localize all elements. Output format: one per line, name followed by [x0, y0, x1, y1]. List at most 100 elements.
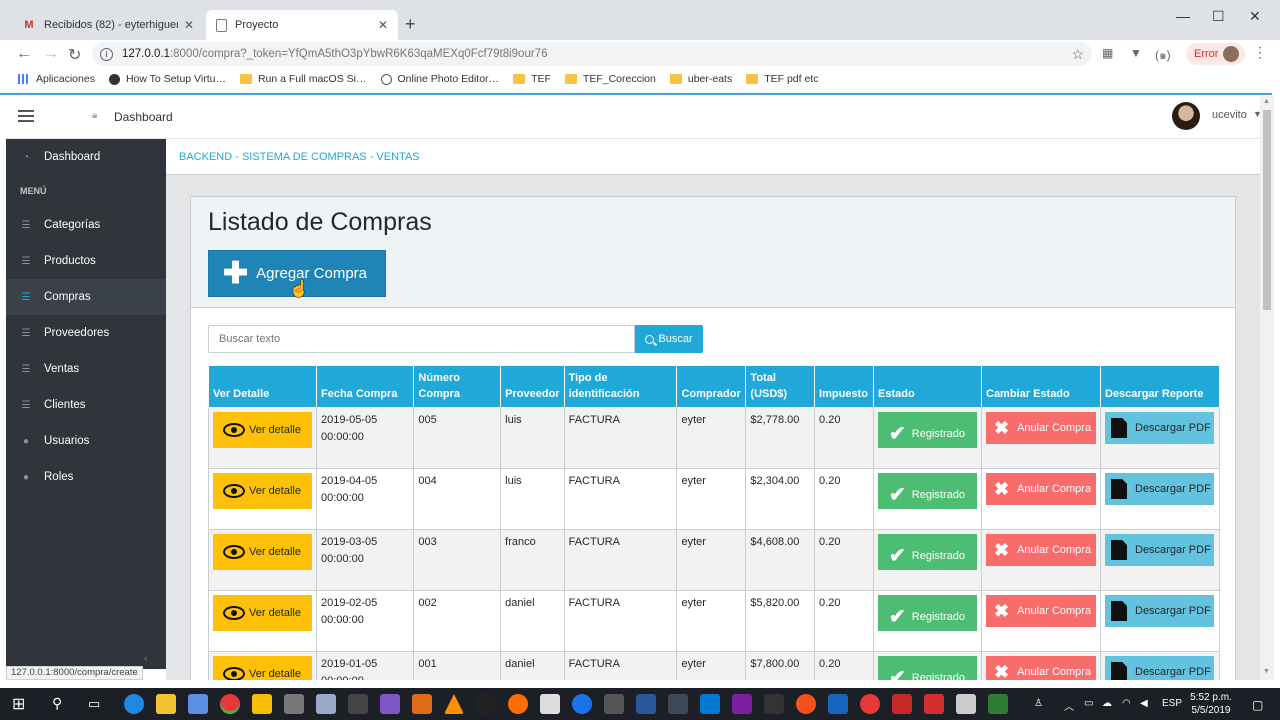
anular-compra-button[interactable]: ✖ Anular Compra	[986, 656, 1096, 680]
browser-tab-proyecto[interactable]: Proyecto ✕	[206, 10, 398, 40]
app-icon[interactable]	[860, 694, 880, 714]
bookmark-item[interactable]: TEF	[513, 73, 551, 85]
app-icon[interactable]	[892, 694, 912, 714]
page-scrollbar[interactable]: ▲ ▼	[1260, 96, 1274, 680]
bookmark-item[interactable]: Aplicaciones	[18, 73, 95, 85]
ver-detalle-button[interactable]: Ver detalle	[213, 656, 312, 680]
battery-icon[interactable]: ▭	[1084, 698, 1093, 709]
language-indicator[interactable]: ESP	[1162, 698, 1182, 709]
descargar-pdf-button[interactable]: Descargar PDF	[1105, 473, 1214, 505]
vlc-icon[interactable]	[444, 694, 464, 714]
scroll-up-arrow-icon[interactable]: ▲	[1263, 98, 1270, 105]
new-tab-button[interactable]: +	[405, 14, 416, 35]
browser-tab-gmail[interactable]: M Recibidos (82) - eyterhiguera@g… ✕	[12, 10, 204, 40]
search-button[interactable]: Buscar	[635, 325, 703, 353]
close-window-button[interactable]: ✕	[1249, 8, 1261, 25]
forward-icon[interactable]: →	[43, 45, 59, 63]
virtualbox-icon[interactable]	[316, 694, 336, 714]
edge-icon[interactable]	[124, 694, 144, 714]
notifications-icon[interactable]: ▢	[1252, 698, 1263, 712]
task-view-icon[interactable]: ▭	[88, 696, 100, 712]
app-icon[interactable]	[828, 694, 848, 714]
chrome-icon[interactable]	[220, 694, 240, 714]
descargar-pdf-button[interactable]: Descargar PDF	[1105, 534, 1214, 566]
app-icon[interactable]	[988, 694, 1008, 714]
teamviewer-icon[interactable]	[572, 694, 592, 714]
app-icon[interactable]	[796, 694, 816, 714]
app-icon[interactable]	[348, 694, 368, 714]
sidebar-item-ventas[interactable]: ☰ Ventas	[6, 351, 166, 387]
app-icon[interactable]	[412, 694, 432, 714]
search-icon[interactable]: ⚲	[52, 695, 62, 712]
breadcrumb[interactable]: BACKEND - SISTEMA DE COMPRAS - VENTAS	[179, 151, 420, 163]
back-icon[interactable]: ←	[16, 45, 32, 63]
ver-detalle-button[interactable]: Ver detalle	[213, 473, 312, 509]
sidebar-item-clientes[interactable]: ☰ Clientes	[6, 387, 166, 423]
sidebar-item-usuarios[interactable]: ● Usuarios	[6, 423, 166, 459]
app-icon[interactable]	[604, 694, 624, 714]
firefox-icon[interactable]	[508, 694, 528, 714]
file-explorer-icon[interactable]	[156, 694, 176, 714]
ver-detalle-button[interactable]: Ver detalle	[213, 412, 312, 448]
anular-compra-button[interactable]: ✖ Anular Compra	[986, 473, 1096, 505]
address-bar[interactable]: i 127.0.0.1:8000/compra?_token=YfQmA5thO…	[92, 42, 1092, 66]
anular-compra-button[interactable]: ✖ Anular Compra	[986, 412, 1096, 444]
terminal-icon[interactable]	[764, 694, 784, 714]
cloud-icon[interactable]: ☁	[1102, 698, 1112, 709]
tab-close-icon[interactable]: ✕	[378, 18, 388, 32]
windows-start-icon[interactable]: ⊞	[12, 694, 25, 714]
hamburger-menu-icon[interactable]	[18, 110, 34, 122]
bookmark-item[interactable]: TEF pdf etc	[746, 73, 819, 85]
wifi-icon[interactable]: ◠	[1122, 698, 1131, 709]
anular-compra-button[interactable]: ✖ Anular Compra	[986, 534, 1096, 566]
scrollbar-thumb[interactable]	[1263, 110, 1271, 310]
search-input[interactable]	[208, 325, 635, 353]
tab-close-icon[interactable]: ✕	[184, 18, 194, 32]
sidebar-item-roles[interactable]: ● Roles	[6, 459, 166, 495]
people-icon[interactable]: ♙	[1034, 698, 1043, 709]
bookmark-star-icon[interactable]: ☆	[1071, 46, 1084, 63]
bookmark-item[interactable]: uber-eats	[669, 73, 732, 85]
descargar-pdf-button[interactable]: Descargar PDF	[1105, 595, 1214, 627]
visual-studio-icon[interactable]	[380, 694, 400, 714]
sidebar-item-compras[interactable]: ☰ Compras	[6, 279, 166, 315]
scroll-down-arrow-icon[interactable]: ▼	[1263, 668, 1270, 675]
bookmark-item[interactable]: TEF_Coreccion	[564, 73, 656, 85]
calculator-icon[interactable]	[956, 694, 976, 714]
header-dashboard-link[interactable]: Dashboard	[114, 110, 173, 124]
extension-cast-icon[interactable]: (๑)	[1155, 46, 1171, 65]
app-icon[interactable]	[924, 694, 944, 714]
bookmark-item[interactable]: How To Setup Virtu…	[108, 73, 226, 85]
app-icon[interactable]	[476, 694, 496, 714]
sidebar-item-productos[interactable]: ☰ Productos	[6, 243, 166, 279]
maximize-button[interactable]: ☐	[1212, 8, 1225, 25]
sidebar-item-proveedores[interactable]: ☰ Proveedores	[6, 315, 166, 351]
taskbar-clock[interactable]: 5:52 p.m. 5/5/2019	[1188, 691, 1234, 717]
ver-detalle-button[interactable]: Ver detalle	[213, 534, 312, 570]
minimize-button[interactable]: —	[1176, 8, 1190, 24]
reload-icon[interactable]: ↻	[68, 45, 81, 65]
profile-error-button[interactable]: Error	[1186, 43, 1246, 65]
sidebar-item-dashboard[interactable]: ◔ Dashboard	[6, 139, 166, 175]
phpstorm-icon[interactable]	[732, 694, 752, 714]
extension-filter-icon[interactable]: ▼	[1130, 46, 1142, 60]
app-icon[interactable]	[668, 694, 688, 714]
app-icon[interactable]	[252, 694, 272, 714]
sidebar-item-categorias[interactable]: ☰ Categorías	[6, 207, 166, 243]
browser-menu-icon[interactable]: ⋮	[1253, 44, 1267, 61]
descargar-pdf-button[interactable]: Descargar PDF	[1105, 412, 1214, 444]
mail-icon[interactable]	[540, 694, 560, 714]
volume-icon[interactable]: ◀	[1140, 698, 1148, 709]
info-icon[interactable]: i	[100, 47, 113, 61]
bookmark-item[interactable]: Online Photo Editor…	[380, 73, 499, 85]
anular-compra-button[interactable]: ✖ Anular Compra	[986, 595, 1096, 627]
tools-icon[interactable]	[284, 694, 304, 714]
tray-chevron-up-icon[interactable]: ︿	[1064, 698, 1074, 713]
word-icon[interactable]	[636, 694, 656, 714]
user-name[interactable]: ucevito	[1212, 109, 1247, 121]
vscode-icon[interactable]	[700, 694, 720, 714]
bookmark-item[interactable]: Run a Full macOS Si…	[239, 73, 367, 85]
descargar-pdf-button[interactable]: Descargar PDF	[1105, 656, 1214, 680]
ver-detalle-button[interactable]: Ver detalle	[213, 595, 312, 631]
sidebar-minimize-icon[interactable]: ‹	[144, 653, 147, 664]
